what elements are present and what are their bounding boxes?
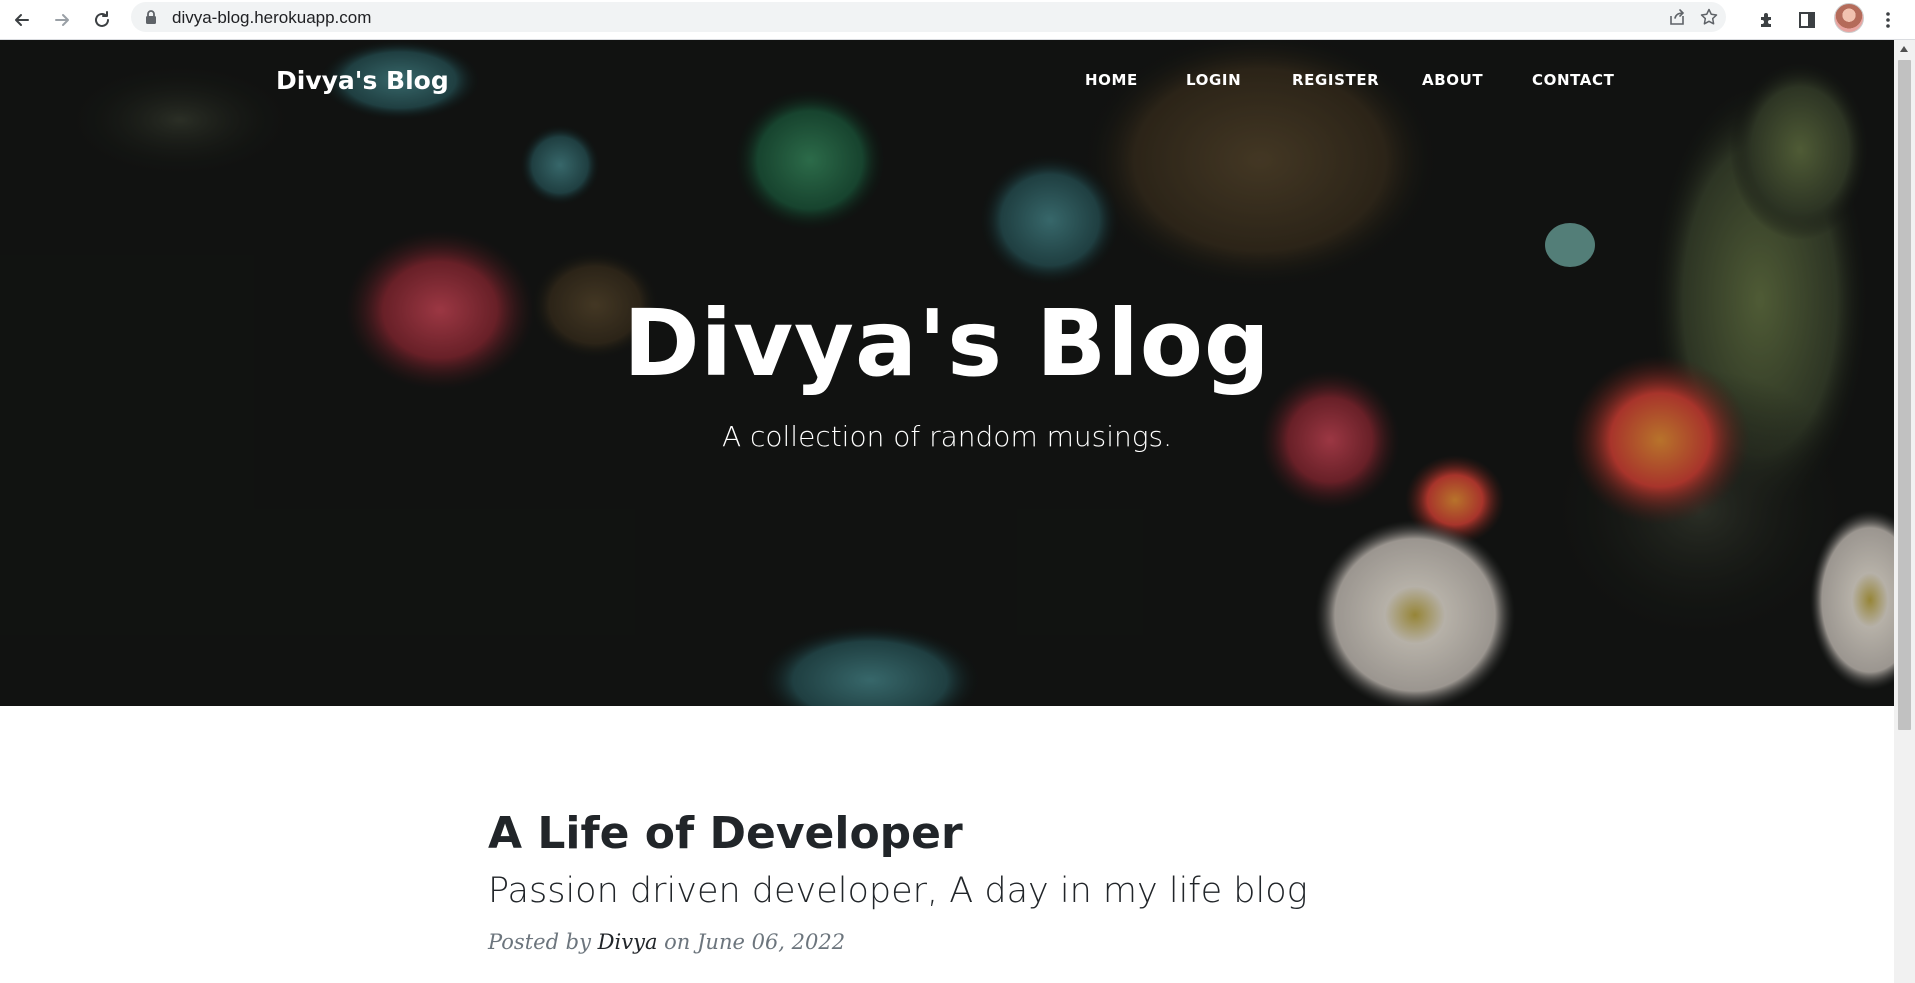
scroll-up-arrow[interactable]: [1900, 46, 1908, 52]
nav-home[interactable]: HOME: [1085, 71, 1138, 89]
post-meta: Posted by Divya on June 06, 2022: [488, 930, 845, 954]
hero-title: Divya's Blog: [623, 290, 1271, 397]
star-icon[interactable]: [1699, 7, 1719, 27]
address-bar[interactable]: divya-blog.herokuapp.com: [131, 2, 1726, 32]
reload-icon[interactable]: [88, 6, 116, 34]
page-scrollbar[interactable]: [1894, 40, 1915, 983]
menu-icon[interactable]: [1874, 6, 1902, 34]
post-meta-prefix: Posted by: [488, 930, 598, 954]
site-brand[interactable]: Divya's Blog: [276, 66, 449, 95]
post-author-link[interactable]: Divya: [598, 930, 658, 954]
hero-subtitle: A collection of random musings.: [721, 420, 1173, 453]
post-title[interactable]: A Life of Developer: [488, 808, 963, 859]
hero-header: Divya's Blog HOME LOGIN REGISTER ABOUT C…: [0, 40, 1894, 706]
lock-icon[interactable]: [143, 9, 159, 25]
share-icon[interactable]: [1667, 7, 1687, 27]
post-meta-on: on: [657, 930, 698, 954]
post-subtitle[interactable]: Passion driven developer, A day in my li…: [488, 871, 1308, 911]
profile-avatar[interactable]: [1834, 3, 1864, 33]
url-text[interactable]: divya-blog.herokuapp.com: [172, 8, 371, 28]
forward-icon[interactable]: [48, 6, 76, 34]
extensions-icon[interactable]: [1753, 6, 1781, 34]
nav-register[interactable]: REGISTER: [1292, 71, 1379, 89]
scroll-thumb[interactable]: [1898, 60, 1911, 730]
nav-about[interactable]: ABOUT: [1422, 71, 1483, 89]
browser-toolbar: divya-blog.herokuapp.com: [0, 0, 1915, 40]
nav-contact[interactable]: CONTACT: [1532, 71, 1614, 89]
back-icon[interactable]: [8, 6, 36, 34]
post-date: June 06, 2022: [697, 930, 846, 954]
side-panel-icon[interactable]: [1793, 6, 1821, 34]
nav-login[interactable]: LOGIN: [1186, 71, 1241, 89]
